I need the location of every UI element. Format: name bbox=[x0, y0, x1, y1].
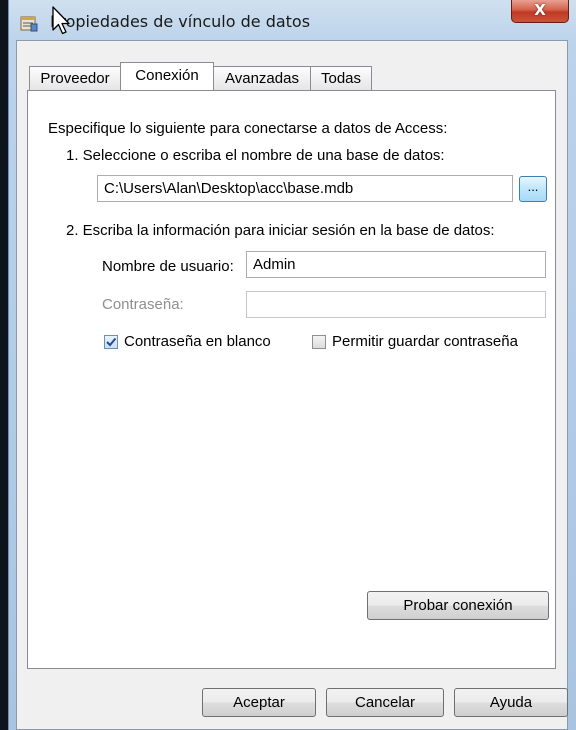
cancel-button[interactable]: Cancelar bbox=[326, 688, 444, 717]
password-input[interactable] bbox=[246, 291, 546, 318]
tab-label: Conexión bbox=[135, 67, 199, 84]
data-link-app-icon bbox=[20, 14, 38, 32]
tab-label: Avanzadas bbox=[225, 70, 299, 87]
ok-button-label: Aceptar bbox=[233, 694, 285, 711]
tab-label: Todas bbox=[320, 70, 362, 87]
username-label: Nombre de usuario: bbox=[102, 258, 234, 275]
intro-text: Especifique lo siguiente para conectarse… bbox=[48, 120, 448, 137]
browse-button-label: ... bbox=[527, 179, 539, 194]
ok-button[interactable]: Aceptar bbox=[202, 688, 316, 717]
blank-password-label[interactable]: Contraseña en blanco bbox=[124, 333, 271, 350]
test-connection-label: Probar conexión bbox=[403, 597, 513, 614]
mouse-pointer-icon bbox=[52, 6, 72, 36]
blank-password-checkbox[interactable] bbox=[104, 335, 118, 349]
tab-label: Proveedor bbox=[40, 70, 110, 87]
close-icon: X bbox=[534, 1, 546, 19]
username-input[interactable] bbox=[246, 251, 546, 278]
save-password-label[interactable]: Permitir guardar contraseña bbox=[332, 333, 518, 350]
cancel-button-label: Cancelar bbox=[354, 694, 416, 711]
tab-avanzadas[interactable]: Avanzadas bbox=[213, 66, 311, 90]
browse-button[interactable]: ... bbox=[519, 176, 547, 202]
close-button[interactable]: X bbox=[511, 0, 569, 23]
password-label: Contraseña: bbox=[102, 296, 184, 313]
step1-label: 1. Seleccione o escriba el nombre de una… bbox=[66, 147, 445, 164]
title-bar[interactable]: Propiedades de vínculo de datos X bbox=[8, 0, 576, 40]
database-path-input[interactable] bbox=[97, 175, 513, 202]
tab-todas[interactable]: Todas bbox=[310, 66, 372, 90]
tab-conexion[interactable]: Conexión bbox=[120, 62, 214, 90]
test-connection-button[interactable]: Probar conexión bbox=[367, 591, 549, 620]
tab-proveedor[interactable]: Proveedor bbox=[29, 66, 121, 90]
checkmark-icon bbox=[106, 337, 117, 347]
step2-label: 2. Escriba la información para iniciar s… bbox=[66, 222, 495, 239]
help-button-label: Ayuda bbox=[489, 694, 533, 711]
window-title: Propiedades de vínculo de datos bbox=[50, 12, 311, 31]
save-password-checkbox[interactable] bbox=[312, 335, 326, 349]
help-button[interactable]: Ayuda bbox=[454, 688, 568, 717]
